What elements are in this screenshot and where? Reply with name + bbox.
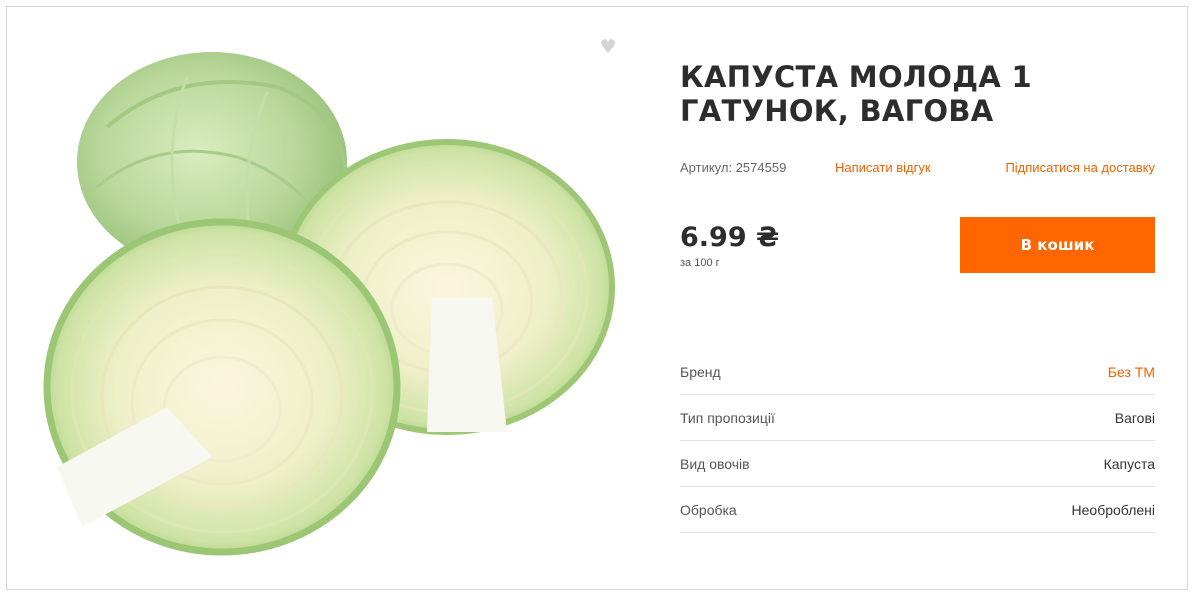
add-to-cart-button[interactable]: В кошик: [960, 217, 1155, 273]
property-row-offer-type: Тип пропозиції Вагові: [680, 395, 1155, 441]
heart-icon[interactable]: ♥: [598, 38, 618, 57]
property-name: Вид овочів: [680, 455, 750, 472]
product-price: 6.99 ₴: [680, 222, 780, 253]
brand-link[interactable]: Без ТМ: [1108, 364, 1155, 380]
halved-cabbage-left: [43, 218, 401, 556]
product-properties: Бренд Без ТМ Тип пропозиції Вагові Вид о…: [680, 349, 1155, 533]
product-meta: Артикул: 2574559 Написати відгук Підписа…: [680, 160, 1155, 178]
property-value: Необроблені: [1071, 501, 1155, 518]
write-review-link[interactable]: Написати відгук: [835, 160, 931, 175]
sku-label: Артикул: 2574559: [680, 160, 787, 175]
property-value: Капуста: [1103, 455, 1155, 472]
property-name: Бренд: [680, 363, 721, 380]
subscribe-delivery-link[interactable]: Підписатися на доставку: [1005, 160, 1155, 175]
price-unit: за 100 г: [680, 257, 720, 269]
cabbage-illustration: [43, 52, 615, 556]
property-value: Вагові: [1114, 409, 1155, 426]
property-name: Тип пропозиції: [680, 409, 775, 426]
property-row-brand: Бренд Без ТМ: [680, 349, 1155, 395]
property-name: Обробка: [680, 501, 737, 518]
property-row-vegetable-kind: Вид овочів Капуста: [680, 441, 1155, 487]
property-row-processing: Обробка Необроблені: [680, 487, 1155, 533]
product-image: [37, 47, 627, 567]
product-title: КАПУСТА МОЛОДА 1 ГАТУНОК, ВАГОВА: [680, 60, 1032, 128]
